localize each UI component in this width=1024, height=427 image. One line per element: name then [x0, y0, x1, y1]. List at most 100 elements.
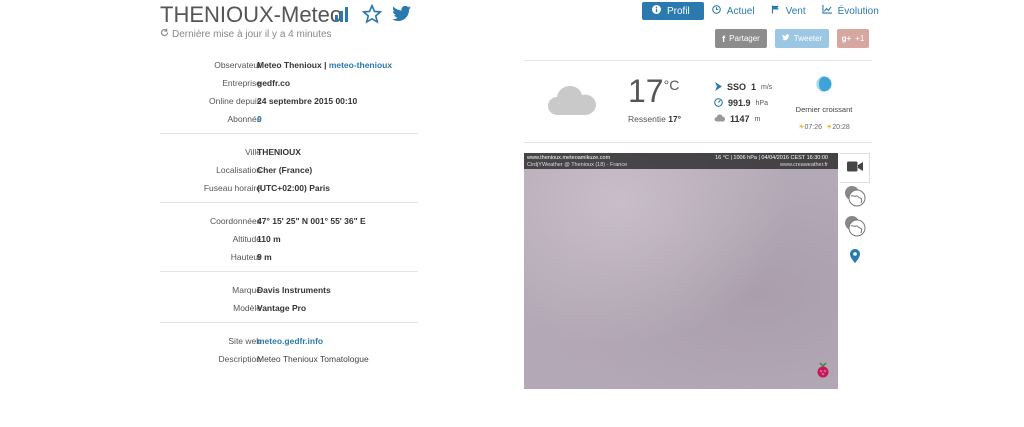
info-group-owner: Observateur Meteo Thenioux | meteo-theni… [160, 52, 418, 134]
temperature: 17°C [628, 75, 679, 107]
info-row-ville: Ville THENIOUX [160, 142, 418, 160]
observateur-label: Observateur [214, 60, 261, 70]
current-weather: 17°C Ressentie 17° SSO 1 m/s 991.9 hPa 1… [524, 60, 872, 143]
entreprise-value: gedfr.co [257, 78, 291, 88]
tab-evolution[interactable]: Évolution [814, 2, 887, 20]
localisation-value: Cher (France) [257, 165, 313, 175]
wind-direction: SSO [727, 82, 747, 92]
temperature-value: 17 [628, 73, 664, 109]
coordonnees-value: 47° 15' 25" N 001° 55' 36" E [257, 216, 366, 226]
station-info: Observateur Meteo Thenioux | meteo-theni… [160, 52, 418, 378]
observateur-link[interactable]: meteo-thenioux [329, 60, 392, 70]
facebook-share-button[interactable]: f Partager [715, 29, 767, 48]
moon-phase: Dernier croissant ☀07:26 ☀20:28 [794, 76, 854, 131]
tab-vent[interactable]: Vent [763, 2, 814, 20]
facebook-icon: f [722, 33, 726, 44]
webcam-image[interactable]: www.thenioux.meteoamikuze.com CirdjYWeat… [524, 153, 838, 389]
gauge-icon [714, 97, 723, 109]
webcam-site: www.thenioux.meteoamikuze.com [527, 155, 611, 161]
abonnes-value[interactable]: 0 [257, 114, 262, 124]
info-row-fuseau: Fuseau horaire (UTC+02:00) Paris [160, 178, 418, 196]
refresh-icon [160, 28, 169, 40]
wind-direction-icon [714, 81, 722, 93]
gplus-share-label: +1 [855, 34, 865, 43]
cloud-small-icon [714, 114, 725, 124]
globe-view-button-1[interactable] [840, 183, 870, 213]
cloud-base-stat: 1147 m [714, 111, 772, 127]
twitter-small-icon [781, 34, 790, 43]
info-row-online: Online depuis 24 septembre 2015 00:10 [160, 91, 418, 109]
info-group-coordinates: Coordonnées 47° 15' 25" N 001° 55' 36" E… [160, 208, 418, 272]
marque-value: Davis Instruments [257, 285, 331, 295]
sunset: ☀20:28 [826, 123, 850, 131]
wind-unit: m/s [761, 83, 773, 91]
description-label: Description [218, 354, 261, 364]
globe-view-button-2[interactable] [840, 213, 870, 243]
webcam-button[interactable] [840, 153, 870, 183]
share-buttons: f Partager Tweeter g+ +1 [715, 29, 869, 48]
ville-value: THENIOUX [257, 147, 301, 157]
tab-vent-label: Vent [785, 5, 806, 17]
moon-phase-label: Dernier croissant [795, 105, 853, 114]
entreprise-label: Entreprise [222, 78, 261, 88]
temperature-unit: °C [663, 77, 680, 93]
webcam-location: CirdjYWeather @ Thenioux (18) - France [527, 162, 628, 168]
description-value: Meteo Thenioux Tomatologue [257, 354, 369, 364]
weather-stats: SSO 1 m/s 991.9 hPa 1147 m [714, 79, 772, 127]
wind-speed: 1 [751, 82, 757, 92]
sunrise-time: 07:26 [804, 124, 822, 131]
chart-icon [822, 5, 832, 17]
online-label: Online depuis [209, 96, 261, 106]
fuseau-value: (UTC+02:00) Paris [257, 183, 330, 193]
tab-actuel-label: Actuel [726, 5, 755, 17]
observateur-value: Meteo Thenioux | meteo-thenioux [257, 60, 392, 70]
info-group-equipment: Marque Davis Instruments Modèle Vantage … [160, 277, 418, 323]
info-group-web: Site web meteo.gedfr.info Description Me… [160, 328, 418, 373]
star-icon[interactable] [362, 4, 382, 24]
localisation-label: Localisation [216, 165, 261, 175]
site-link[interactable]: meteo.gedfr.info [257, 336, 323, 346]
page-title: THENIOUX-Meteo [160, 2, 343, 27]
moon-icon [816, 76, 832, 96]
clock-icon [711, 5, 721, 17]
info-row-marque: Marque Davis Instruments [160, 280, 418, 298]
last-update-label: Dernière mise à jour il y a 4 minutes [172, 29, 332, 40]
feels-like-label: Ressentie [628, 114, 666, 124]
info-row-coordonnees: Coordonnées 47° 15' 25" N 001° 55' 36" E [160, 211, 418, 229]
profile-tabs: Profil Actuel Vent Évolution [642, 2, 887, 20]
sun-times: ☀07:26 ☀20:28 [794, 123, 854, 131]
feels-like-value: 17° [668, 114, 682, 124]
pressure-stat: 991.9 hPa [714, 95, 772, 111]
altitude-value: 110 m [257, 234, 281, 244]
webcam-readings: 16 °C | 1006 hPa | 04/04/2016 CEST 16:30… [715, 155, 828, 161]
twitter-share-button[interactable]: Tweeter [775, 29, 829, 48]
tab-profil[interactable]: Profil [642, 2, 704, 20]
modele-value: Vantage Pro [257, 303, 307, 313]
twitter-icon[interactable] [392, 4, 412, 24]
title-icons [332, 4, 412, 24]
bar-chart-icon[interactable] [332, 4, 352, 24]
last-update-text: Dernière mise à jour il y a 4 minutes [160, 28, 332, 40]
abonnes-label: Abonnés [227, 114, 261, 124]
map-marker-button[interactable] [840, 243, 870, 273]
twitter-share-label: Tweeter [793, 34, 823, 43]
sunset-time: 20:28 [832, 124, 850, 131]
gplus-share-button[interactable]: g+ +1 [837, 29, 869, 48]
observateur-name: Meteo Thenioux [257, 60, 322, 70]
pressure-value: 991.9 [728, 98, 751, 108]
tab-profil-label: Profil [667, 5, 690, 17]
tab-evolution-label: Évolution [837, 5, 879, 17]
raspberry-pi-icon [816, 362, 830, 383]
online-value: 24 septembre 2015 00:10 [257, 96, 358, 106]
info-row-altitude: Altitude 110 m [160, 229, 418, 247]
coordonnees-label: Coordonnées [209, 216, 261, 226]
info-row-observateur: Observateur Meteo Thenioux | meteo-theni… [160, 55, 418, 73]
info-row-hauteur: Hauteur 9 m [160, 247, 418, 265]
info-row-description: Description Meteo Thenioux Tomatologue [160, 349, 418, 367]
cloud-base-unit: m [754, 115, 761, 123]
info-icon [652, 5, 661, 17]
tab-actuel[interactable]: Actuel [704, 2, 763, 20]
video-camera-icon [846, 159, 863, 177]
feels-like: Ressentie 17° [628, 114, 681, 124]
fuseau-label: Fuseau horaire [203, 183, 261, 193]
